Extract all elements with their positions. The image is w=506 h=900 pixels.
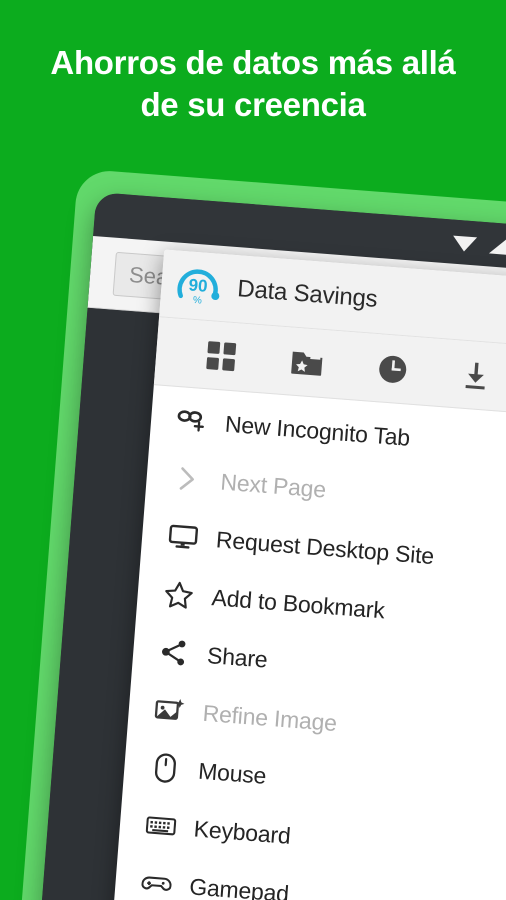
refine-image-icon <box>154 696 186 724</box>
gauge-value: 90 <box>188 275 208 295</box>
menu-item-label: Add to Bookmark <box>210 583 386 623</box>
apps-grid-icon[interactable] <box>205 340 237 372</box>
chevron-right-icon <box>172 464 204 494</box>
mouse-icon <box>149 752 181 784</box>
incognito-add-icon <box>176 407 208 435</box>
desktop-monitor-icon <box>167 523 199 551</box>
promo-screenshot: Ahorros de datos más allá de su creencia… <box>0 0 506 900</box>
menu-item-label: Mouse <box>197 757 268 789</box>
headline-line-2: de su creencia <box>140 86 366 123</box>
menu-item-label: New Incognito Tab <box>224 410 411 451</box>
menu-item-label: Request Desktop Site <box>215 525 436 569</box>
overflow-menu-list: New Incognito Tab Next Page Request Desk… <box>113 385 506 900</box>
headline: Ahorros de datos más allá de su creencia <box>0 42 506 126</box>
headline-line-1: Ahorros de datos más allá <box>50 44 456 81</box>
menu-item-label: Next Page <box>219 468 327 503</box>
share-icon <box>158 637 190 667</box>
menu-item-label: Share <box>206 641 269 673</box>
menu-header-title: Data Savings <box>236 274 379 313</box>
data-savings-gauge-icon: 90 % <box>177 268 220 306</box>
keyboard-icon <box>145 814 177 838</box>
phone-mockup: 12:30 Search 90 % Data Savings <box>18 168 506 900</box>
bookmark-folder-icon[interactable] <box>290 347 324 377</box>
menu-item-label: Gamepad <box>188 872 290 900</box>
menu-item-label: Refine Image <box>201 699 338 736</box>
gauge-unit: % <box>193 294 203 306</box>
overflow-menu-panel: 90 % Data Savings New Incognito Tab Next… <box>112 249 506 900</box>
history-clock-icon[interactable] <box>377 353 409 385</box>
star-outline-icon <box>163 578 195 610</box>
menu-item-label: Keyboard <box>192 814 292 849</box>
phone-screen: 12:30 Search 90 % Data Savings <box>38 192 506 900</box>
download-icon[interactable] <box>462 359 492 391</box>
wifi-icon <box>453 235 478 252</box>
signal-icon <box>489 237 506 255</box>
gamepad-icon <box>141 872 173 896</box>
